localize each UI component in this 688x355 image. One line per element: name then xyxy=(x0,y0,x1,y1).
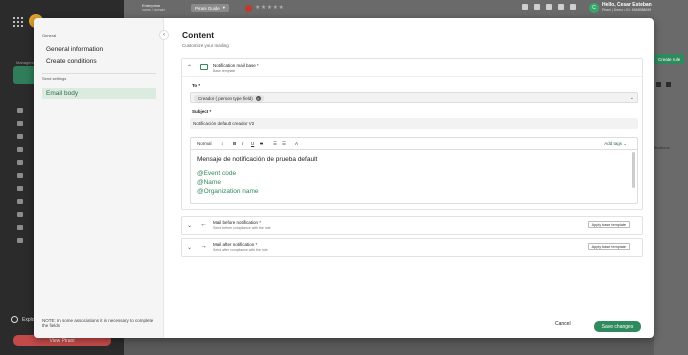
app-topbar: Enterprise name / domain Pirani Guide ▾ … xyxy=(124,0,688,18)
help-icon[interactable] xyxy=(546,4,552,10)
sidebar-nav-icon[interactable] xyxy=(17,199,23,204)
chevron-down-icon: ▾ xyxy=(222,5,226,10)
sidebar-nav-icon[interactable] xyxy=(17,212,23,217)
add-tags-label: Add tags xyxy=(604,141,622,146)
app-right-panel: Create rule ifications xyxy=(654,18,688,355)
text-color-icon[interactable]: A xyxy=(295,141,298,146)
chevron-down-icon[interactable]: ⌄ xyxy=(187,222,192,229)
rating-stars[interactable]: ★★★★★ xyxy=(255,4,284,11)
sidebar-nav-icon[interactable] xyxy=(17,238,23,243)
users-icon[interactable] xyxy=(534,4,540,10)
subject-label: Subject * xyxy=(192,109,212,114)
sidebar-nav-icon[interactable] xyxy=(17,121,23,126)
rule-modal: General General information Create condi… xyxy=(34,18,654,338)
italic-button[interactable]: I xyxy=(242,141,243,146)
save-changes-button[interactable]: Save changes xyxy=(594,321,641,332)
chevron-up-icon[interactable]: ⌃ xyxy=(187,64,192,71)
editor-toolbar: Normal ↕ B I U S ☰ ☰ A Add tags ⌄ xyxy=(191,138,637,150)
modal-nav: General General information Create condi… xyxy=(34,18,164,338)
nav-section-send-settings: Send settings xyxy=(42,76,67,81)
org-info: Enterprise name / domain xyxy=(142,4,166,13)
user-info[interactable]: Hello, Cesar Esteban Pirani | Demo • ID:… xyxy=(602,2,652,12)
underline-button[interactable]: U xyxy=(251,141,254,146)
text-style-select[interactable]: Normal xyxy=(197,141,212,146)
mail-after-title: Mail after notification * xyxy=(213,242,258,247)
close-icon[interactable] xyxy=(666,82,671,87)
sidebar-nav-icon[interactable] xyxy=(17,134,23,139)
bold-button[interactable]: B xyxy=(233,141,236,146)
bullet-list-icon[interactable]: ☰ xyxy=(282,141,286,147)
add-tags-dropdown[interactable]: Add tags ⌄ xyxy=(604,141,627,147)
tag-event-code: @Event code xyxy=(197,170,237,177)
mail-before-subtitle: Send before compliance with the rule xyxy=(213,226,271,230)
bell-icon[interactable] xyxy=(558,4,564,10)
guide-label: Pirani Guide xyxy=(195,5,220,11)
recipient-chip[interactable]: Creador ( person type field) × xyxy=(194,95,264,102)
sidebar-nav-icon[interactable] xyxy=(17,173,23,178)
nav-divider xyxy=(42,73,156,74)
remove-chip-icon[interactable]: × xyxy=(255,96,261,101)
email-body-editor[interactable]: Normal ↕ B I U S ☰ ☰ A Add tags ⌄ Mensaj… xyxy=(190,137,638,204)
explore-icon xyxy=(11,316,18,323)
to-field[interactable]: Creador ( person type field) × ⌄ xyxy=(190,92,638,103)
page-title: Content xyxy=(182,30,215,40)
apply-base-template-button[interactable]: Apply base template xyxy=(587,221,630,228)
chevron-down-icon: ⌄ xyxy=(623,141,627,146)
arrow-right-icon: → xyxy=(200,243,207,250)
nav-item-email-body[interactable]: Email body xyxy=(42,88,156,99)
sidebar-nav-icon[interactable] xyxy=(17,160,23,165)
mail-after-row[interactable]: ⌄ → Mail after notification * Send after… xyxy=(181,238,643,257)
nav-note: NOTE: In some associations it is necessa… xyxy=(42,318,154,328)
mail-after-subtitle: Send after compliance with the rule xyxy=(213,248,268,252)
page-subtitle: Customize your mailing xyxy=(182,43,229,48)
notifications-text: ifications xyxy=(654,145,670,150)
gear-icon[interactable] xyxy=(570,4,576,10)
pirani-guide-dropdown[interactable]: Pirani Guide ▾ xyxy=(191,4,230,12)
chevron-left-icon: ‹ xyxy=(163,32,165,38)
notification-card-header[interactable]: ⌃ Notification mail base * Base template xyxy=(182,59,642,77)
sidebar-nav-icon[interactable] xyxy=(17,186,23,191)
mail-before-title: Mail before notification * xyxy=(213,220,262,225)
cancel-button[interactable]: Cancel xyxy=(555,321,571,327)
editor-body[interactable]: Mensaje de notificación de prueba defaul… xyxy=(197,156,317,195)
strikethrough-button[interactable]: S xyxy=(260,141,263,146)
to-label: To * xyxy=(192,83,201,88)
body-line: Mensaje de notificación de prueba defaul… xyxy=(197,156,318,163)
font-size-icon[interactable]: ↕ xyxy=(221,141,223,146)
tag-organization-name: @Organization name xyxy=(197,188,259,195)
ordered-list-icon[interactable]: ☰ xyxy=(273,141,277,147)
collapse-nav-button[interactable]: ‹ xyxy=(159,30,169,40)
sidebar-nav-icon[interactable] xyxy=(17,108,23,113)
tag-name: @Name xyxy=(197,179,221,186)
notification-card-subtitle: Base template xyxy=(213,69,236,73)
avatar[interactable]: C xyxy=(589,3,599,13)
nav-item-general-information[interactable]: General information xyxy=(46,46,103,53)
sidebar-nav-icon[interactable] xyxy=(17,147,23,152)
org-sub: name / domain xyxy=(142,8,166,12)
editor-scrollbar[interactable] xyxy=(632,152,635,188)
record-icon[interactable] xyxy=(245,5,252,12)
apply-base-template-button[interactable]: Apply base template xyxy=(587,243,630,250)
notification-card-title: Notification mail base * xyxy=(213,63,259,68)
mail-before-row[interactable]: ⌄ ← Mail before notification * Send befo… xyxy=(181,216,643,235)
chevron-down-icon[interactable]: ⌄ xyxy=(187,244,192,251)
recipient-chip-label: Creador ( person type field) xyxy=(198,96,253,101)
building-icon[interactable] xyxy=(522,4,528,10)
topbar-icons xyxy=(522,4,576,10)
nav-item-create-conditions[interactable]: Create conditions xyxy=(46,58,97,65)
arrow-left-icon: ← xyxy=(200,221,207,228)
mail-icon xyxy=(200,64,208,70)
trash-icon[interactable] xyxy=(656,82,661,87)
chevron-down-icon[interactable]: ⌄ xyxy=(630,95,634,101)
sidebar-nav-icon[interactable] xyxy=(17,225,23,230)
subject-field[interactable]: Notificación default creador V2 xyxy=(190,118,638,129)
apps-grid-icon[interactable] xyxy=(13,17,23,27)
create-rule-button[interactable]: Create rule xyxy=(654,54,684,64)
notification-mail-card: ⌃ Notification mail base * Base template… xyxy=(181,58,643,210)
nav-section-general: General xyxy=(42,33,57,38)
user-sub: Pirani | Demo • ID: 8968988699 xyxy=(602,8,652,12)
